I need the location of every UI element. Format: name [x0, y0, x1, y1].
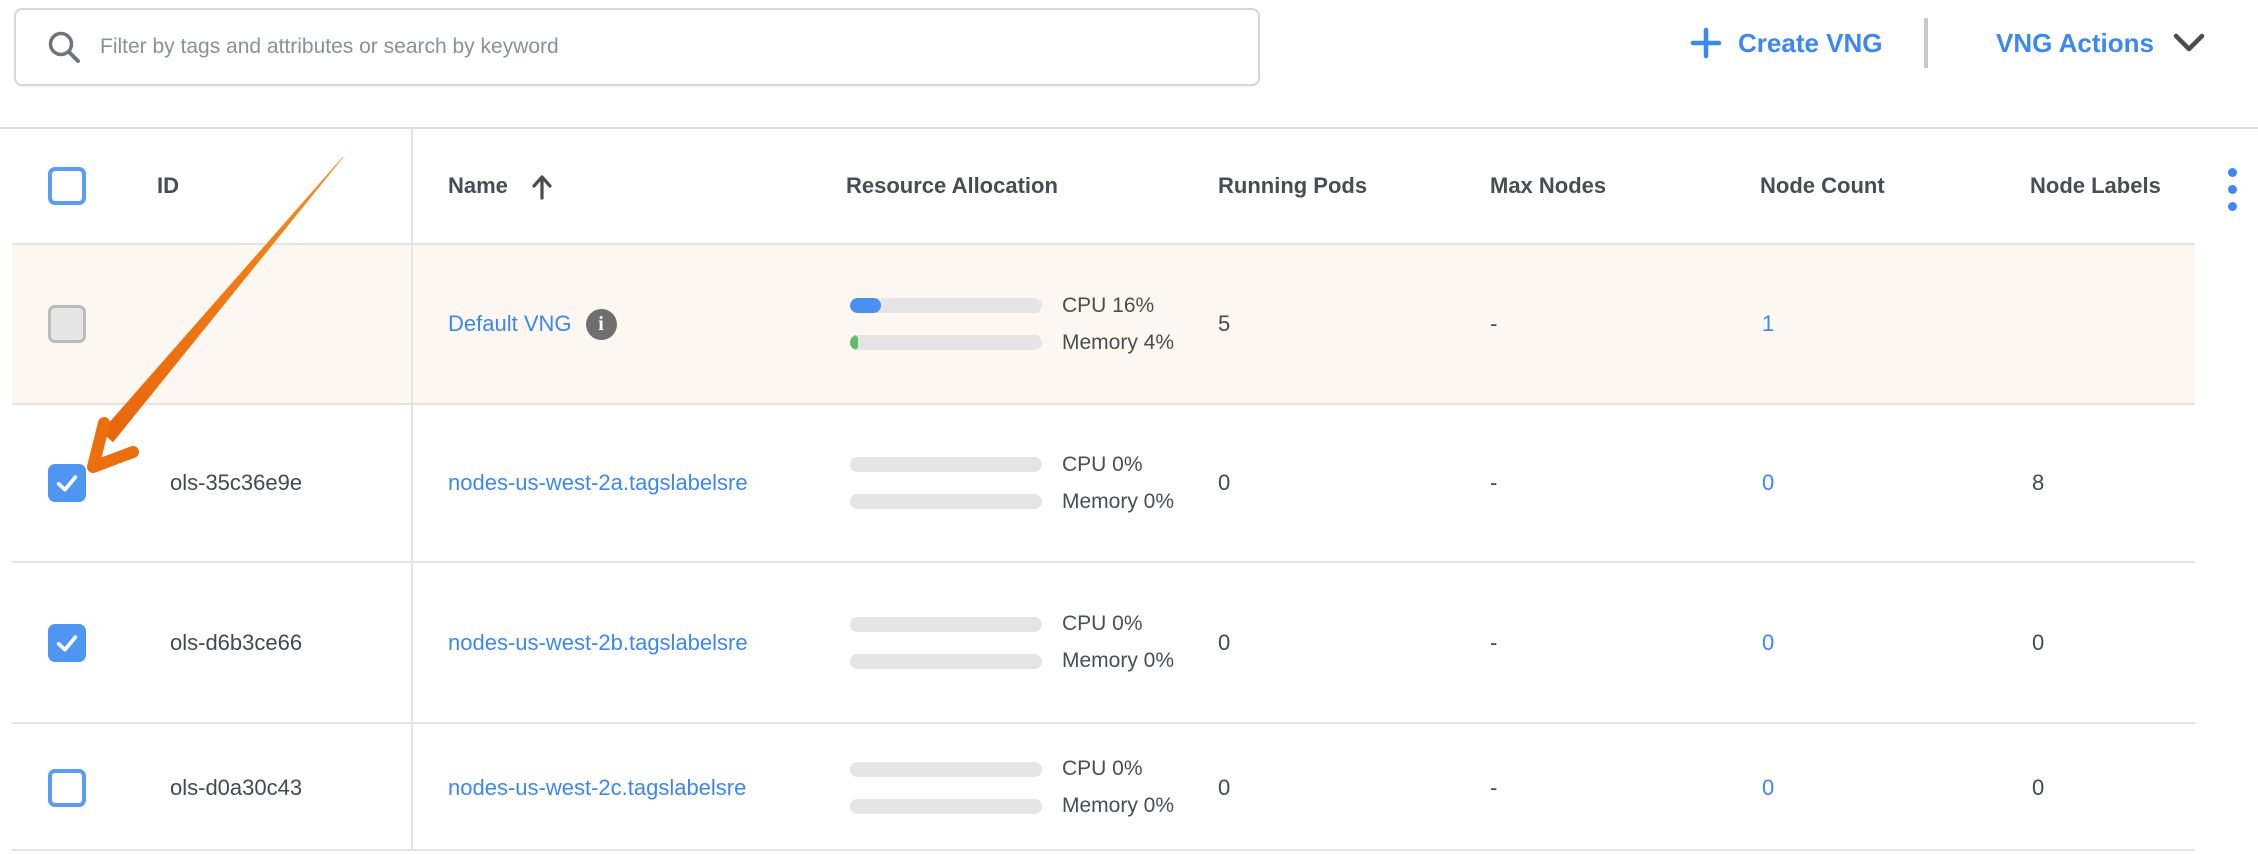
resource-allocation: CPU 0% Memory 0% — [850, 724, 1174, 851]
sort-ascending-icon — [530, 173, 554, 200]
memory-label: Memory 0% — [1062, 649, 1174, 673]
node-count-link[interactable]: 0 — [1762, 775, 1774, 801]
running-pods-value: 0 — [1218, 724, 1230, 851]
table-row: ols-d6b3ce66 nodes-us-west-2b.tagslabels… — [12, 561, 2195, 722]
cpu-label: CPU 0% — [1062, 453, 1143, 477]
running-pods-value: 0 — [1218, 405, 1230, 561]
row-checkbox[interactable] — [48, 624, 86, 662]
select-all-checkbox[interactable] — [48, 167, 86, 205]
resource-allocation: CPU 0% Memory 0% — [850, 405, 1174, 561]
vng-id: ols-d6b3ce66 — [170, 563, 302, 722]
table-header-row: ID Name Resource Allocation Running Pods… — [12, 129, 2195, 243]
cpu-bar — [850, 457, 1042, 472]
table-row: ols-35c36e9e nodes-us-west-2a.tagslabels… — [12, 403, 2195, 561]
vng-name-link[interactable]: nodes-us-west-2b.tagslabelsre — [448, 630, 748, 656]
node-labels-value: 0 — [2032, 724, 2044, 851]
vng-table-page: Create VNG VNG Actions ID Name Resource … — [0, 0, 2258, 854]
cpu-label: CPU 0% — [1062, 757, 1143, 781]
column-header-name[interactable]: Name — [448, 129, 554, 243]
toolbar-divider — [1924, 18, 1928, 68]
cpu-label: CPU 16% — [1062, 294, 1154, 318]
max-nodes-value: - — [1490, 245, 1497, 403]
node-labels-value: 0 — [2032, 563, 2044, 722]
table-body: Default VNG i CPU 16% Memory 4% 5 - 1 — [12, 243, 2195, 851]
cpu-bar — [850, 762, 1042, 777]
column-header-running-pods[interactable]: Running Pods — [1218, 129, 1367, 243]
column-header-id[interactable]: ID — [157, 129, 179, 243]
max-nodes-value: - — [1490, 724, 1497, 851]
table-bottom-rule — [12, 849, 2195, 851]
max-nodes-value: - — [1490, 563, 1497, 722]
cpu-bar — [850, 617, 1042, 632]
resource-allocation: CPU 0% Memory 0% — [850, 563, 1174, 722]
filter-search-box[interactable] — [14, 8, 1260, 86]
memory-label: Memory 0% — [1062, 490, 1174, 514]
memory-bar — [850, 799, 1042, 814]
vng-name-link[interactable]: nodes-us-west-2c.tagslabelsre — [448, 775, 746, 801]
table-row: Default VNG i CPU 16% Memory 4% 5 - 1 — [12, 243, 2195, 403]
plus-icon — [1690, 27, 1722, 59]
create-vng-label: Create VNG — [1738, 28, 1883, 59]
create-vng-button[interactable]: Create VNG — [1690, 16, 1883, 70]
search-input[interactable] — [100, 35, 1234, 59]
vng-actions-label: VNG Actions — [1996, 28, 2154, 59]
column-header-resource-allocation[interactable]: Resource Allocation — [846, 129, 1058, 243]
id-name-column-divider — [411, 129, 413, 849]
search-icon — [46, 29, 82, 65]
running-pods-value: 5 — [1218, 245, 1230, 403]
max-nodes-value: - — [1490, 405, 1497, 561]
node-count-link[interactable]: 0 — [1762, 470, 1774, 496]
vng-id: ols-d0a30c43 — [170, 724, 302, 851]
chevron-down-icon — [2172, 32, 2206, 54]
info-icon[interactable]: i — [586, 309, 617, 340]
cpu-label: CPU 0% — [1062, 612, 1143, 636]
vng-name-link[interactable]: nodes-us-west-2a.tagslabelsre — [448, 470, 748, 496]
running-pods-value: 0 — [1218, 563, 1230, 722]
row-checkbox[interactable] — [48, 769, 86, 807]
node-count-link[interactable]: 0 — [1762, 630, 1774, 656]
node-count-link[interactable]: 1 — [1762, 311, 1774, 337]
row-checkbox[interactable] — [48, 305, 86, 343]
memory-bar — [850, 335, 1042, 350]
memory-bar — [850, 654, 1042, 669]
table-row: ols-d0a30c43 nodes-us-west-2c.tagslabels… — [12, 722, 2195, 851]
memory-label: Memory 0% — [1062, 794, 1174, 818]
vng-name-link[interactable]: Default VNG — [448, 311, 572, 337]
column-header-node-count[interactable]: Node Count — [1760, 129, 1885, 243]
row-checkbox[interactable] — [48, 464, 86, 502]
memory-label: Memory 4% — [1062, 331, 1174, 355]
vng-id: ols-35c36e9e — [170, 405, 302, 561]
resource-allocation: CPU 16% Memory 4% — [850, 245, 1174, 403]
column-header-node-labels[interactable]: Node Labels — [2030, 129, 2161, 243]
column-header-max-nodes[interactable]: Max Nodes — [1490, 129, 1606, 243]
cpu-bar — [850, 298, 1042, 313]
memory-bar — [850, 494, 1042, 509]
column-options-kebab-icon[interactable] — [2226, 168, 2238, 220]
vng-actions-button[interactable]: VNG Actions — [1996, 16, 2206, 70]
node-labels-value: 8 — [2032, 405, 2044, 561]
